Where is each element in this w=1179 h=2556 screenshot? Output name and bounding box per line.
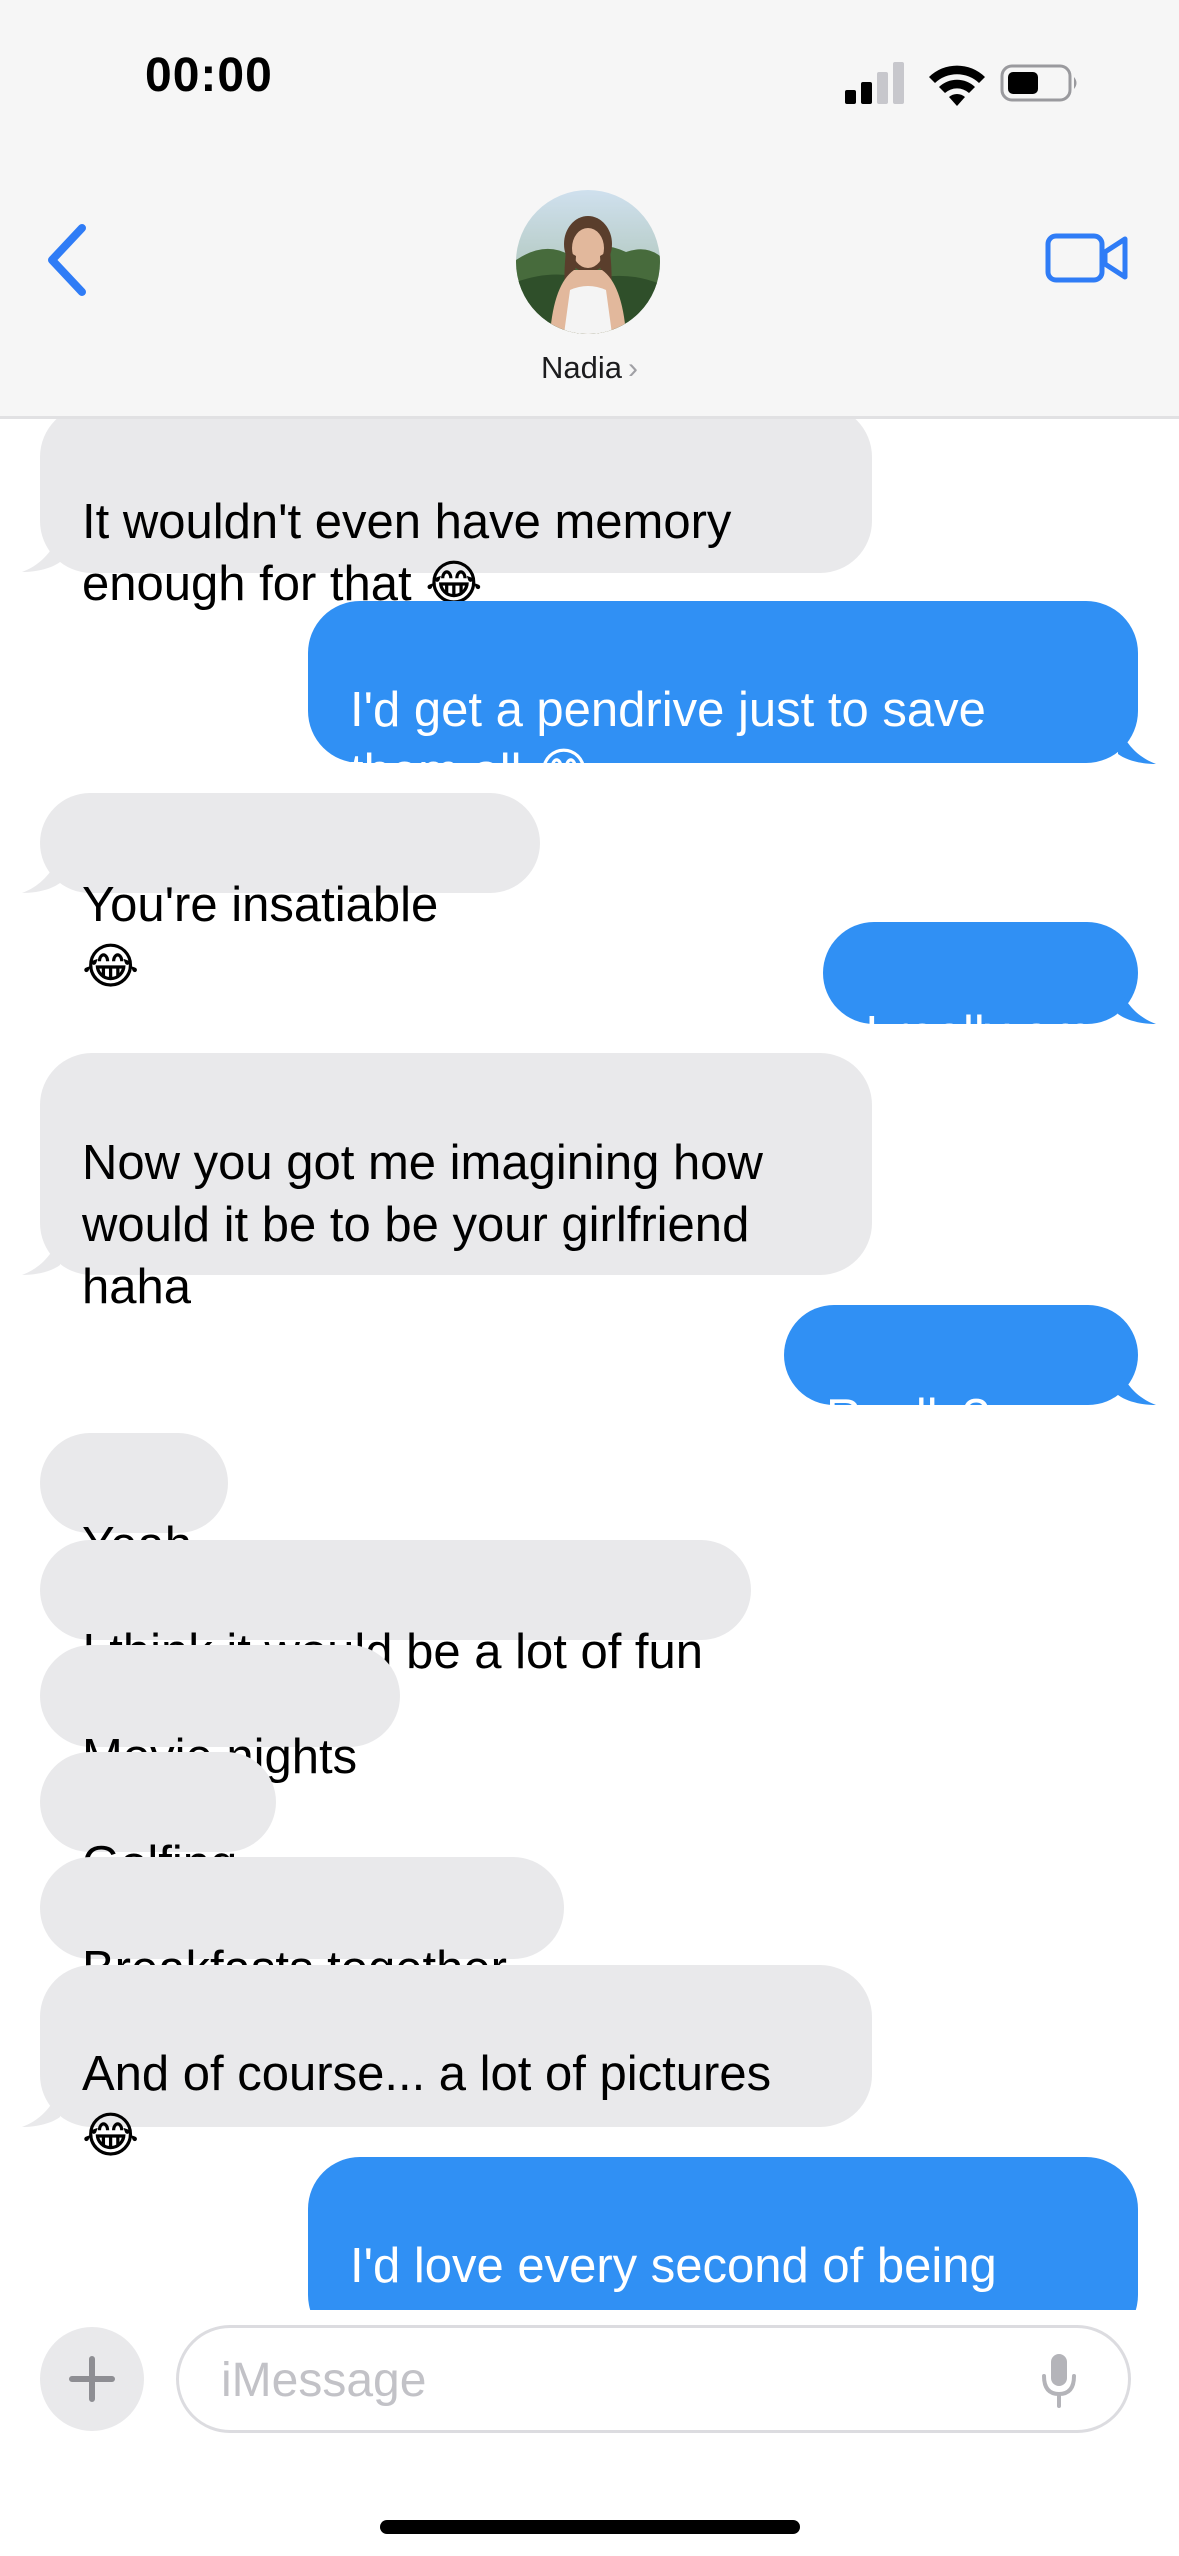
back-chevron-icon[interactable] (40, 220, 100, 300)
message-bubble-outgoing[interactable]: Really? haha (784, 1305, 1138, 1506)
bubble-tail (22, 532, 60, 572)
message-text: And of course... a lot of pictures 😂 (82, 2047, 772, 2163)
message-text: Now you got me imagining how would it be… (82, 1136, 763, 1314)
chevron-right-icon: › (628, 352, 638, 385)
message-bubble-incoming[interactable]: And of course... a lot of pictures 😂 (40, 1965, 872, 2163)
contact-name-button[interactable]: Nadia › (0, 350, 1179, 386)
contact-avatar[interactable] (516, 190, 660, 334)
message-text: It wouldn't even have memory enough for … (82, 495, 732, 611)
message-bubble-outgoing[interactable]: I'd love every second of being your boyf… (308, 2157, 1138, 2310)
message-text: You're insatiable 😂 (82, 878, 439, 994)
bubble-tail (1118, 724, 1156, 764)
message-bubble-outgoing[interactable]: I'd get a pendrive just to save them all… (308, 601, 1138, 799)
message-bubble-incoming[interactable]: Movie nights (40, 1645, 400, 1784)
message-text: I'd love every second of being your boyf… (350, 2239, 997, 2310)
cellular-signal-icon (845, 60, 905, 104)
message-input-placeholder: iMessage (221, 2354, 427, 2407)
message-text: I really am (865, 1007, 1092, 1061)
apps-plus-button[interactable] (40, 2327, 144, 2431)
home-indicator[interactable] (380, 2520, 800, 2534)
message-input[interactable]: iMessage (176, 2325, 1131, 2433)
status-time: 00:00 (145, 49, 273, 102)
message-bubble-incoming[interactable]: Golfing (40, 1752, 276, 1891)
battery-icon (1000, 64, 1077, 102)
message-bubble-incoming[interactable]: Now you got me imagining how would it be… (40, 1053, 872, 1314)
message-bubble-incoming[interactable]: I think it would be a lot of fun (40, 1540, 751, 1679)
bubble-tail (22, 853, 60, 893)
message-text: I'd get a pendrive just to save them all… (350, 683, 986, 799)
plus-icon (69, 2356, 115, 2402)
contact-name: Nadia (541, 350, 622, 385)
conversation-header: 00:00 Nadia › (0, 0, 1179, 419)
message-bubble-incoming[interactable]: Yeah (40, 1433, 228, 1572)
bubble-tail (1118, 1365, 1156, 1405)
message-bubble-outgoing[interactable]: I really am (823, 922, 1138, 1061)
message-text: Really? haha (826, 1390, 990, 1506)
bubble-tail (1118, 984, 1156, 1024)
microphone-icon[interactable] (1039, 2352, 1079, 2408)
wifi-icon (929, 65, 985, 106)
bubble-tail (22, 1235, 60, 1275)
bubble-tail (22, 2087, 60, 2127)
message-bubble-incoming[interactable]: Breakfasts together (40, 1857, 564, 1996)
video-camera-icon[interactable] (1045, 228, 1130, 288)
message-bubble-incoming[interactable]: You're insatiable 😂 (40, 793, 540, 994)
message-bubble-incoming[interactable]: It wouldn't even have memory enough for … (40, 405, 872, 611)
